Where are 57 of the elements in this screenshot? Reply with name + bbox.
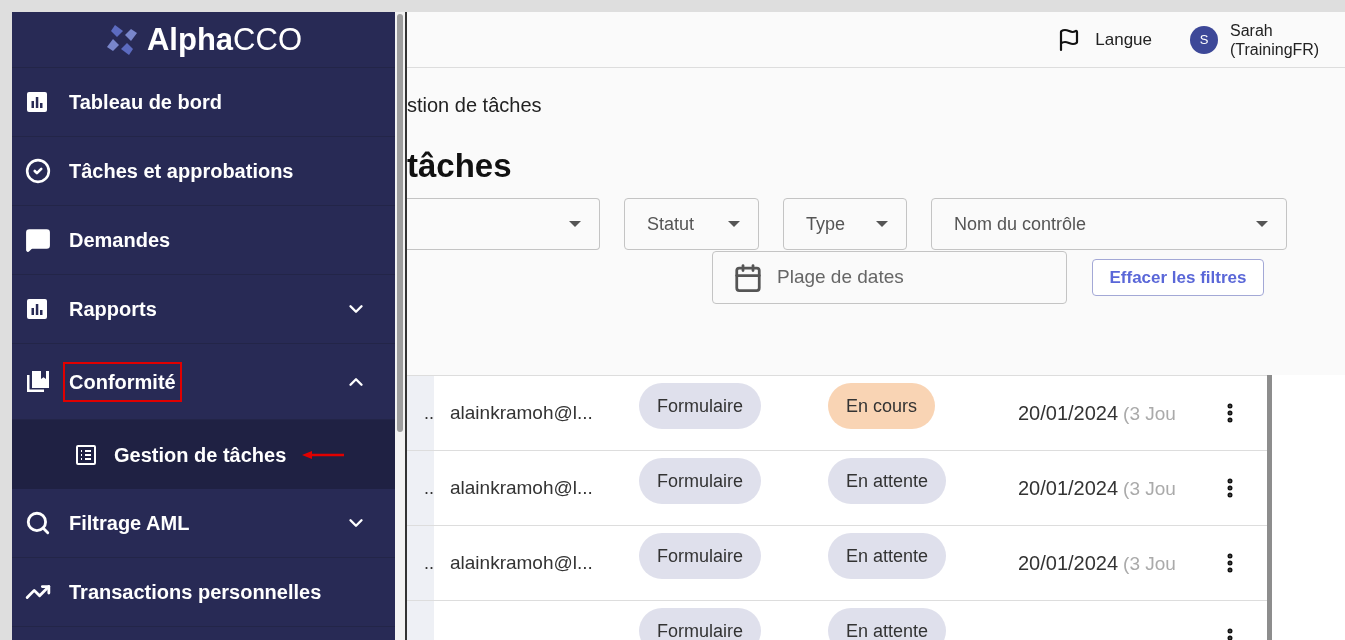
- date-cell: 20/01/2024: [1018, 401, 1119, 424]
- type-tag: Formulaire: [639, 533, 762, 579]
- nav-label: Rapports: [68, 297, 158, 322]
- calendar-icon: [733, 262, 763, 293]
- date-cell: 20/01/2024: [1018, 551, 1119, 574]
- logo-text: AlphaCCO: [147, 24, 302, 55]
- language-label[interactable]: Langue: [1095, 26, 1152, 53]
- nav-label: Transactions personnelles: [68, 580, 323, 605]
- bar-chart-icon: [25, 297, 49, 321]
- nav-label: Demandes: [68, 228, 172, 253]
- filter-select[interactable]: Statut: [624, 198, 759, 250]
- relative-time: (3 Jou: [1123, 477, 1176, 499]
- nav-label: Filtrage AML: [68, 511, 191, 536]
- dropdown-caret-icon: [569, 221, 581, 227]
- email-cell: alainkramoh@l...: [450, 476, 593, 498]
- relative-time: (3 Jou: [1123, 552, 1176, 574]
- dropdown-caret-icon: [876, 221, 888, 227]
- nav-label: Tableau de bord: [68, 90, 223, 115]
- table-cell: ..: [407, 376, 434, 450]
- clear-filters-button[interactable]: Effacer les filtres: [1092, 259, 1264, 296]
- table-cell: ..: [407, 526, 434, 600]
- date-cell: 20/01/2024: [1018, 476, 1119, 499]
- date-range-field[interactable]: Plage de dates: [712, 251, 1067, 304]
- email-cell: alainkramoh@l...: [450, 401, 593, 423]
- search-icon: [25, 510, 51, 536]
- bar-chart-icon: [25, 90, 49, 114]
- page-title: tâches: [407, 148, 513, 184]
- library-icon: [25, 368, 51, 395]
- dropdown-caret-icon: [728, 221, 740, 227]
- nav-item[interactable]: Demandes: [12, 206, 395, 275]
- type-tag: Formulaire: [639, 458, 762, 504]
- status-tag: En attente: [828, 458, 947, 504]
- nav-item[interactable]: Tableau de bord: [12, 68, 395, 137]
- user-avatar[interactable]: S: [1190, 25, 1218, 54]
- nav-subitem[interactable]: Gestion de tâches: [12, 420, 395, 489]
- email-cell: alainkramoh@l...: [450, 551, 593, 573]
- type-tag: Formulaire: [639, 608, 762, 640]
- table-cell: ..: [407, 451, 434, 525]
- breadcrumb: stion de tâches: [407, 94, 543, 116]
- status-tag: En attente: [828, 608, 947, 640]
- nav-label: Gestion de tâches: [114, 442, 287, 468]
- filter-select[interactable]: Type: [783, 198, 907, 250]
- chat-icon: [25, 227, 51, 253]
- logo-icon: [105, 22, 139, 57]
- nav-item[interactable]: Rapports: [12, 275, 395, 344]
- nav-label: Conformité: [63, 361, 182, 402]
- list-icon: [74, 442, 98, 467]
- scrollbar-thumb[interactable]: [397, 14, 403, 432]
- nav-label: Tâches et approbations: [68, 159, 295, 184]
- type-tag: Formulaire: [639, 383, 762, 429]
- filter-select[interactable]: Nom du contrôle: [931, 198, 1287, 250]
- dropdown-caret-icon: [1256, 221, 1268, 227]
- status-tag: En cours: [828, 383, 936, 429]
- user-name[interactable]: Sarah (TrainingFR): [1230, 20, 1330, 59]
- check-circle-icon: [25, 158, 51, 184]
- status-tag: En attente: [828, 533, 947, 579]
- relative-time: (3 Jou: [1123, 402, 1176, 424]
